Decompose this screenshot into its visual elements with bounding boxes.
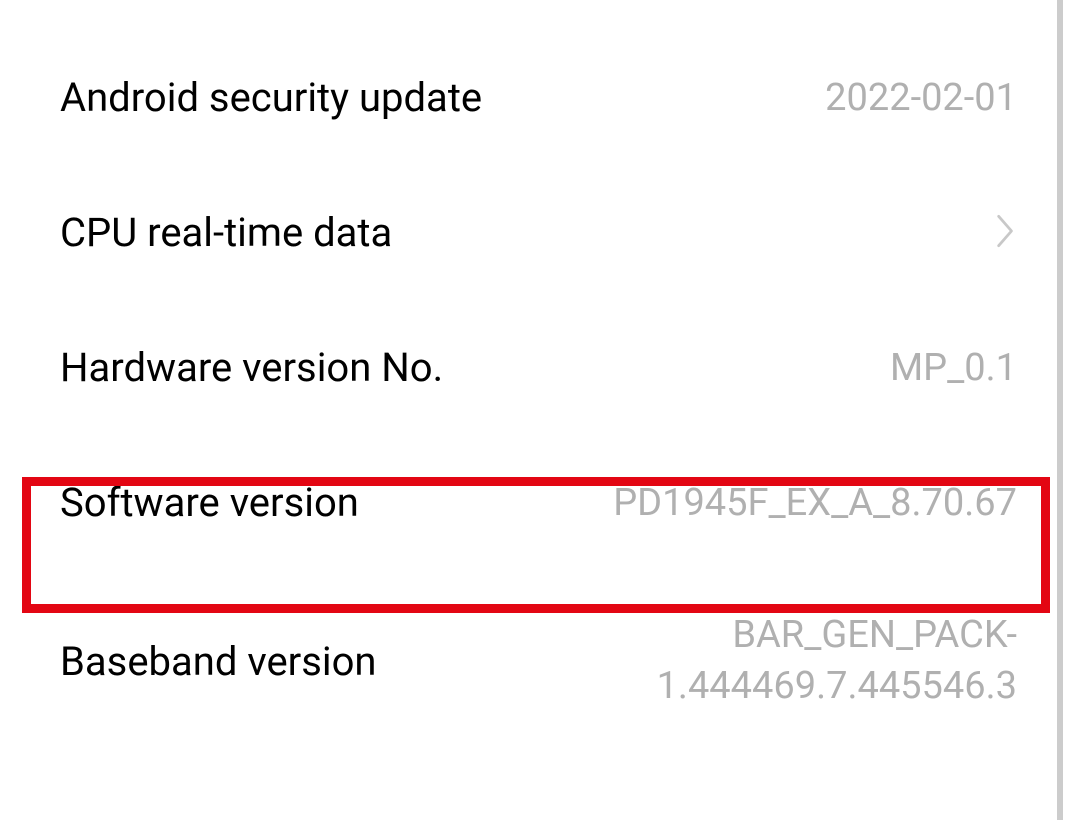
row-baseband-version[interactable]: Baseband version BAR_GEN_PACK-1.444469.7… — [60, 570, 1017, 753]
row-value: MP_0.1 — [890, 346, 1017, 390]
row-label: Software version — [60, 479, 359, 526]
row-software-version[interactable]: Software version PD1945F_EX_A_8.70.67 — [60, 435, 1017, 570]
chevron-right-icon — [995, 212, 1017, 254]
row-cpu-realtime-data[interactable]: CPU real-time data — [60, 165, 1017, 300]
row-android-security-update[interactable]: Android security update 2022-02-01 — [60, 30, 1017, 165]
row-hardware-version[interactable]: Hardware version No. MP_0.1 — [60, 300, 1017, 435]
row-label: Android security update — [60, 74, 482, 121]
row-label: CPU real-time data — [60, 209, 392, 256]
row-right — [985, 212, 1017, 254]
row-label: Baseband version — [60, 638, 376, 685]
row-value: BAR_GEN_PACK-1.444469.7.445546.3 — [406, 610, 1017, 713]
row-value: 2022-02-01 — [825, 76, 1017, 120]
row-label: Hardware version No. — [60, 344, 443, 391]
row-value: PD1945F_EX_A_8.70.67 — [613, 481, 1017, 525]
settings-list: Android security update 2022-02-01 CPU r… — [0, 0, 1063, 820]
